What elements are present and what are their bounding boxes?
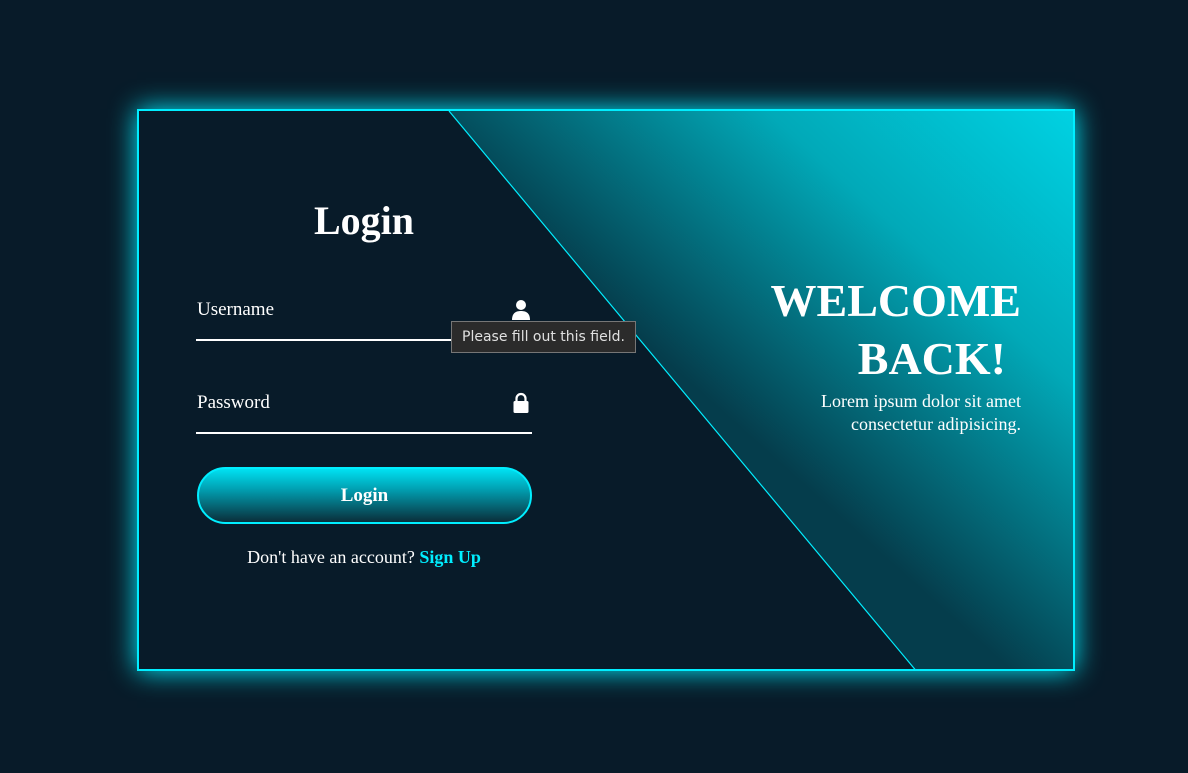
welcome-line-1: WELCOME: [770, 275, 1021, 326]
password-label: Password: [197, 392, 270, 413]
username-label: Username: [197, 299, 275, 320]
user-icon: [512, 300, 530, 320]
signup-row: Don't have an account? Sign Up: [139, 547, 589, 568]
signup-link[interactable]: Sign Up: [419, 547, 481, 567]
welcome-subtext-line-1: Lorem ipsum dolor sit amet: [821, 391, 1021, 411]
login-button[interactable]: Login: [197, 467, 532, 524]
welcome-line-2: BACK!: [857, 333, 1006, 384]
signup-prompt: Don't have an account?: [247, 547, 415, 567]
welcome-subtext-line-2: consectetur adipisicing.: [851, 414, 1021, 434]
welcome-heading: WELCOME BACK!: [691, 272, 1021, 388]
lock-icon: [513, 392, 529, 413]
validation-tooltip: Please fill out this field.: [451, 321, 636, 353]
password-field[interactable]: Password: [196, 384, 532, 434]
welcome-subtext: Lorem ipsum dolor sit amet consectetur a…: [691, 390, 1021, 436]
login-card: Login Username Password Login Don't have…: [137, 109, 1075, 671]
form-title: Login: [313, 198, 415, 243]
